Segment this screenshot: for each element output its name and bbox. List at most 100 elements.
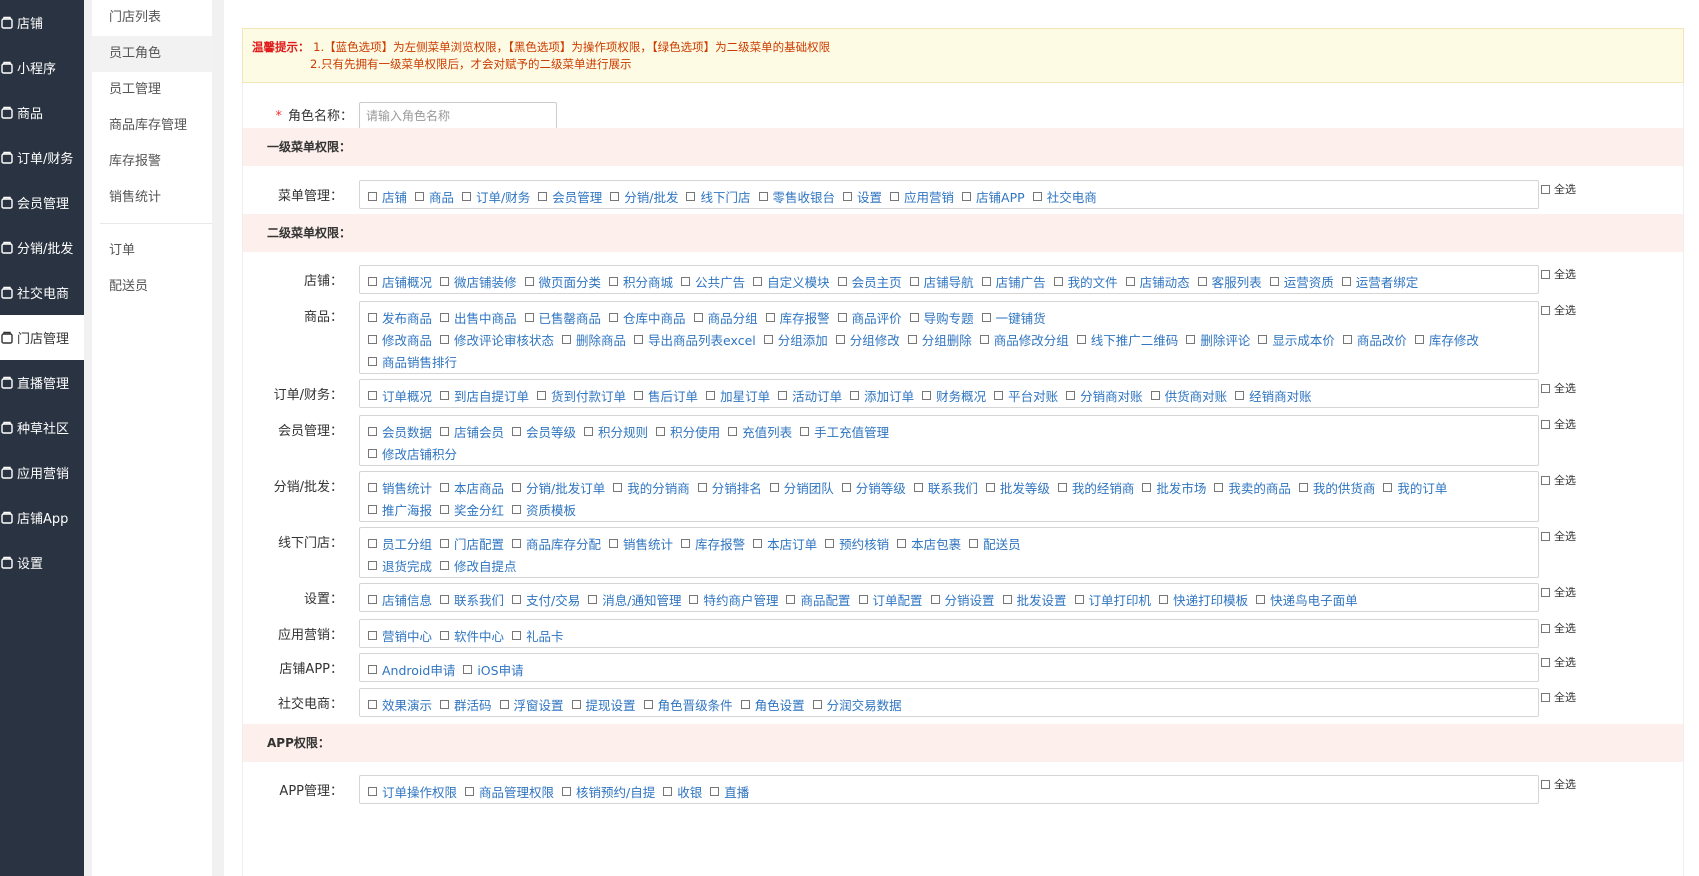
checkbox[interactable] xyxy=(512,594,522,604)
checkbox[interactable] xyxy=(440,630,450,640)
checkbox[interactable] xyxy=(1074,594,1084,604)
permission-option[interactable]: 分销等级 xyxy=(841,478,906,497)
select-all-checkbox[interactable]: 全选 xyxy=(1541,528,1576,544)
checkbox[interactable] xyxy=(1383,482,1393,492)
permission-option[interactable]: 订单/财务 xyxy=(462,187,530,206)
permission-option[interactable]: 已售罄商品 xyxy=(524,308,601,327)
permission-option[interactable]: 商品改价 xyxy=(1342,330,1407,349)
permission-option[interactable]: 订单配置 xyxy=(858,590,923,609)
permission-option[interactable]: 配送员 xyxy=(969,534,1021,553)
checkbox[interactable] xyxy=(969,538,979,548)
sidebar-item-12[interactable]: 设置 xyxy=(0,540,84,585)
permission-option[interactable]: 店铺动态 xyxy=(1125,272,1190,291)
checkbox[interactable] xyxy=(440,312,450,322)
checkbox[interactable] xyxy=(825,538,835,548)
checkbox[interactable] xyxy=(1256,594,1266,604)
checkbox[interactable] xyxy=(440,538,450,548)
checkbox[interactable] xyxy=(1142,482,1152,492)
checkbox[interactable] xyxy=(609,538,619,548)
permission-option[interactable]: 直播 xyxy=(710,782,749,801)
checkbox[interactable] xyxy=(1342,334,1352,344)
checkbox[interactable] xyxy=(835,334,845,344)
permission-option[interactable]: 充值列表 xyxy=(728,422,792,441)
checkbox[interactable] xyxy=(994,390,1004,400)
checkbox[interactable] xyxy=(1541,779,1550,789)
permission-option[interactable]: 营销中心 xyxy=(368,626,432,645)
checkbox[interactable] xyxy=(613,482,623,492)
permission-option[interactable]: 显示成本价 xyxy=(1258,330,1335,349)
checkbox[interactable] xyxy=(1541,657,1550,667)
checkbox[interactable] xyxy=(740,699,750,709)
checkbox[interactable] xyxy=(368,630,377,640)
checkbox[interactable] xyxy=(1053,276,1063,286)
checkbox[interactable] xyxy=(465,786,475,796)
checkbox[interactable] xyxy=(913,482,923,492)
checkbox[interactable] xyxy=(686,191,696,201)
permission-option[interactable]: 分销团队 xyxy=(769,478,834,497)
permission-option[interactable]: 商品 xyxy=(415,187,454,206)
checkbox[interactable] xyxy=(1541,269,1550,279)
permission-option[interactable]: 店铺概况 xyxy=(368,272,432,291)
permission-option[interactable]: 本店商品 xyxy=(440,478,504,497)
permission-option[interactable]: 我的订单 xyxy=(1383,478,1447,497)
permission-option[interactable]: 售后订单 xyxy=(634,386,698,405)
permission-option[interactable]: 店铺 xyxy=(368,187,407,206)
sidebar-item-2[interactable]: 商品 xyxy=(0,90,84,135)
subnav-item[interactable]: 商品库存管理 xyxy=(92,108,212,144)
permission-option[interactable]: 我的经销商 xyxy=(1057,478,1134,497)
sidebar-item-8[interactable]: 直播管理 xyxy=(0,360,84,405)
permission-option[interactable]: 提现设置 xyxy=(571,695,636,714)
checkbox[interactable] xyxy=(930,594,940,604)
checkbox[interactable] xyxy=(1057,482,1067,492)
permission-option[interactable]: 分销/批发订单 xyxy=(512,478,605,497)
checkbox[interactable] xyxy=(710,786,720,796)
checkbox[interactable] xyxy=(368,334,377,344)
checkbox[interactable] xyxy=(368,594,377,604)
permission-option[interactable]: 分销/批发 xyxy=(610,187,678,206)
checkbox[interactable] xyxy=(368,312,377,322)
checkbox[interactable] xyxy=(440,699,450,709)
checkbox[interactable] xyxy=(537,390,547,400)
checkbox[interactable] xyxy=(440,334,450,344)
select-all-checkbox[interactable]: 全选 xyxy=(1541,584,1576,600)
checkbox[interactable] xyxy=(634,390,644,400)
checkbox[interactable] xyxy=(524,276,534,286)
permission-option[interactable]: 一键铺货 xyxy=(981,308,1046,327)
checkbox[interactable] xyxy=(681,538,691,548)
checkbox[interactable] xyxy=(368,356,377,366)
permission-option[interactable]: 库存报警 xyxy=(765,308,830,327)
checkbox[interactable] xyxy=(440,276,450,286)
checkbox[interactable] xyxy=(368,191,377,201)
checkbox[interactable] xyxy=(979,334,989,344)
sidebar-item-4[interactable]: 会员管理 xyxy=(0,180,84,225)
select-all-checkbox[interactable]: 全选 xyxy=(1541,380,1576,396)
permission-option[interactable]: 店铺会员 xyxy=(440,422,504,441)
checkbox[interactable] xyxy=(1541,184,1550,194)
checkbox[interactable] xyxy=(440,390,450,400)
checkbox[interactable] xyxy=(499,699,509,709)
permission-option[interactable]: 软件中心 xyxy=(440,626,504,645)
permission-option[interactable]: 礼品卡 xyxy=(512,626,564,645)
checkbox[interactable] xyxy=(1032,191,1042,201)
checkbox[interactable] xyxy=(368,560,377,570)
permission-option[interactable]: 分润交易数据 xyxy=(812,695,902,714)
permission-option[interactable]: 订单打印机 xyxy=(1074,590,1151,609)
checkbox[interactable] xyxy=(368,504,377,514)
permission-option[interactable]: 门店配置 xyxy=(440,534,504,553)
checkbox[interactable] xyxy=(1541,531,1550,541)
checkbox[interactable] xyxy=(1541,383,1550,393)
permission-option[interactable]: 店铺导航 xyxy=(909,272,974,291)
sidebar-item-6[interactable]: 社交电商 xyxy=(0,270,84,315)
permission-option[interactable]: 商品评价 xyxy=(837,308,902,327)
permission-option[interactable]: 本店订单 xyxy=(753,534,817,553)
permission-option[interactable]: 公共广告 xyxy=(681,272,745,291)
permission-option[interactable]: 积分使用 xyxy=(656,422,720,441)
checkbox[interactable] xyxy=(588,594,598,604)
checkbox[interactable] xyxy=(765,312,775,322)
checkbox[interactable] xyxy=(843,191,853,201)
permission-option[interactable]: 积分规则 xyxy=(584,422,648,441)
checkbox[interactable] xyxy=(1002,594,1012,604)
checkbox[interactable] xyxy=(689,594,699,604)
permission-option[interactable]: 批发设置 xyxy=(1002,590,1067,609)
permission-option[interactable]: 会员管理 xyxy=(538,187,602,206)
